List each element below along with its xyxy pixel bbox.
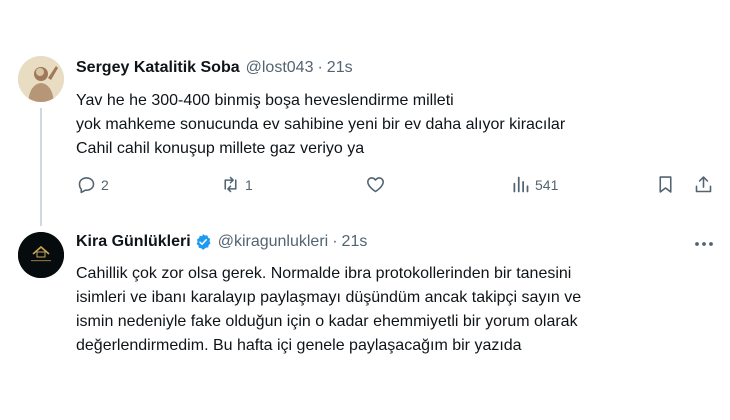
tweet-line: Cahillik çok zor olsa gerek. Normalde ib…: [76, 265, 572, 282]
avatar-kira-gunlukleri[interactable]: [18, 232, 64, 278]
tweet-line: değerlendirmedim. Bu hafta içi genele pa…: [76, 337, 522, 354]
reply-count: 2: [101, 176, 109, 193]
bookmark-button[interactable]: [655, 174, 676, 195]
tweet-time[interactable]: 21s: [342, 233, 368, 251]
tweet-1-text: Yav he he 300-400 binmiş boşa heveslendi…: [76, 89, 565, 161]
separator-dot: ·: [332, 233, 338, 250]
views-count: 541: [535, 176, 559, 193]
tweet-1-header: Sergey Katalitik Soba @lost043 · 21s: [76, 59, 353, 77]
retweet-button[interactable]: 1: [220, 174, 253, 195]
author-handle[interactable]: @lost043: [246, 59, 314, 77]
retweet-icon: [224, 176, 237, 193]
more-options-button[interactable]: [692, 235, 716, 253]
tweet-line: isimleri ve ibanı karalayıp paylaşmayı d…: [76, 289, 582, 306]
author-handle[interactable]: @kiragunlukleri: [218, 233, 329, 251]
views-icon: [513, 176, 529, 193]
more-icon: [695, 242, 713, 246]
separator-dot: ·: [317, 59, 323, 76]
verified-badge-icon: [194, 233, 212, 251]
tweet-1[interactable]: Sergey Katalitik Soba @lost043 · 21s Yav…: [0, 0, 730, 226]
author-name[interactable]: Sergey Katalitik Soba: [76, 59, 240, 77]
tweet-line: yok mahkeme sonucunda ev sahibine yeni b…: [76, 116, 566, 133]
tweet-line: ismin nedeniyle fake olduğun için o kada…: [76, 313, 578, 330]
heart-icon: [367, 177, 384, 193]
tweet-2-text: Cahillik çok zor olsa gerek. Normalde ib…: [76, 262, 716, 358]
tweet-1-actions: 2 1 541: [76, 174, 716, 200]
retweet-count: 1: [245, 176, 253, 193]
tweet-time[interactable]: 21s: [327, 59, 353, 77]
reply-icon: [78, 177, 95, 194]
tweet-line: Yav he he 300-400 binmiş boşa heveslendi…: [76, 92, 454, 109]
share-button[interactable]: [693, 174, 714, 195]
views-button[interactable]: 541: [510, 174, 558, 195]
share-icon: [695, 176, 712, 193]
like-button[interactable]: [365, 174, 386, 195]
reply-button[interactable]: 2: [76, 174, 109, 195]
avatar-sergey[interactable]: [18, 56, 64, 102]
author-name[interactable]: Kira Günlükleri: [76, 233, 191, 251]
bookmark-icon: [659, 176, 672, 193]
thread-line: [40, 108, 42, 226]
tweet-line: Cahil cahil konuşup millete gaz veriyo y…: [76, 140, 365, 157]
tweet-2-header: Kira Günlükleri @kiragunlukleri · 21s: [76, 233, 367, 251]
